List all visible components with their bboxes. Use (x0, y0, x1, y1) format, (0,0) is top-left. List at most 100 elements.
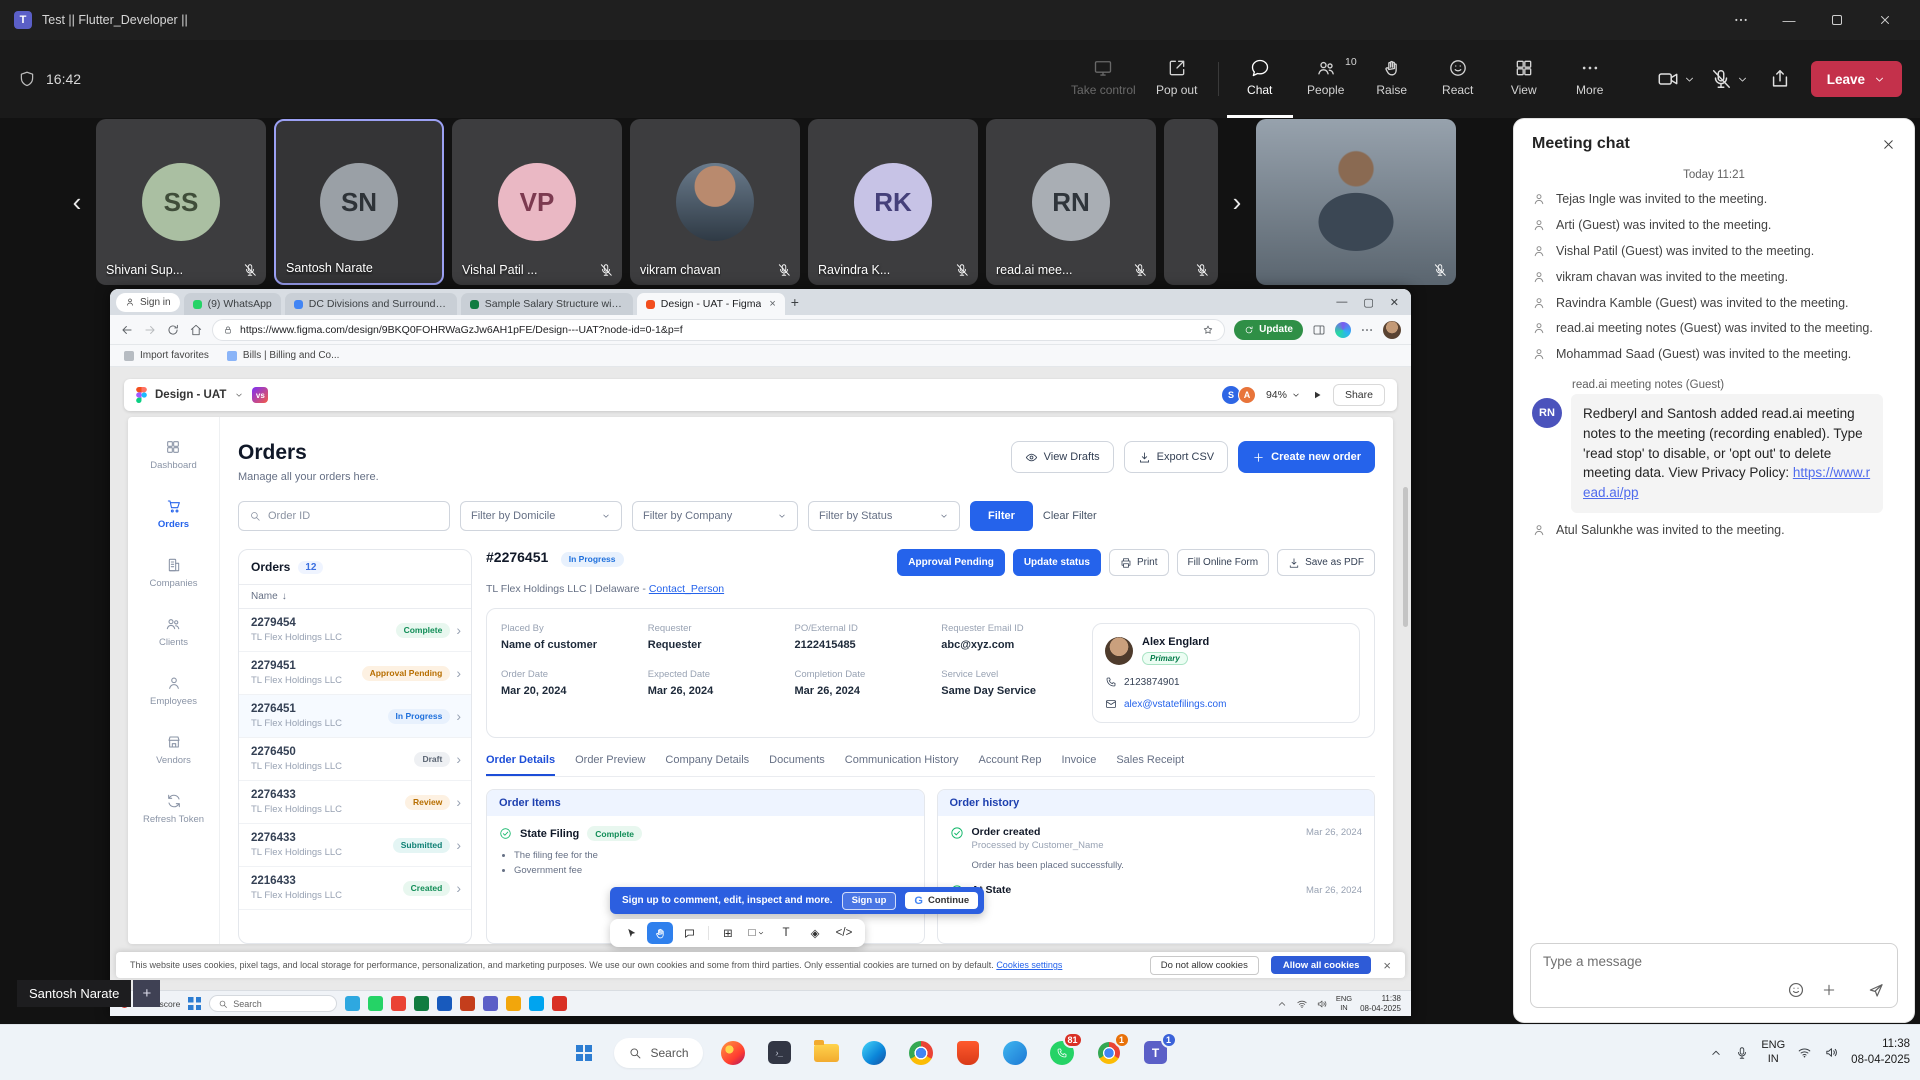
wifi-icon[interactable] (1296, 998, 1308, 1010)
pinned-app-icon[interactable] (391, 996, 406, 1011)
sidebar-item-employees[interactable]: Employees (150, 675, 197, 707)
browser-close-button[interactable]: ✕ (1390, 296, 1399, 309)
video-tile[interactable]: RK Ravindra K... (808, 119, 978, 285)
clock[interactable]: 11:38 08-04-2025 (1851, 1037, 1910, 1068)
order-row[interactable]: 2279451TL Flex Holdings LLC Approval Pen… (239, 652, 471, 695)
approval-pending-button[interactable]: Approval Pending (897, 549, 1005, 576)
pinned-app-icon[interactable] (414, 996, 429, 1011)
video-tile[interactable]: vikram chavan (630, 119, 800, 285)
move-tool-icon[interactable] (618, 922, 644, 944)
language-indicator[interactable]: ENG IN (1761, 1039, 1785, 1065)
whatsapp-icon[interactable]: 81 (1045, 1034, 1079, 1072)
people-button[interactable]: 10 People (1293, 40, 1359, 118)
browser-tab-active[interactable]: Design - UAT - Figma × (637, 293, 785, 315)
browser-maximize-button[interactable]: ▢ (1363, 296, 1373, 309)
zoom-control[interactable]: 94% (1266, 389, 1301, 401)
minimize-button[interactable]: — (1768, 0, 1810, 40)
filter-domicile-select[interactable]: Filter by Domicile (460, 501, 622, 531)
terminal-app-icon[interactable]: ›_ (763, 1034, 797, 1072)
order-row[interactable]: 2276450TL Flex Holdings LLC Draft› (239, 738, 471, 781)
browser-minimize-button[interactable]: — (1336, 296, 1347, 308)
blue-app-icon[interactable] (998, 1034, 1032, 1072)
contact-person-link[interactable]: Contact_Person (649, 583, 724, 595)
clock[interactable]: 11:38 08-04-2025 (1360, 994, 1401, 1013)
tab-company-details[interactable]: Company Details (665, 754, 749, 776)
create-new-order-button[interactable]: Create new order (1238, 441, 1375, 473)
browser-tab[interactable]: (9) WhatsApp (184, 293, 281, 315)
tray-mic-icon[interactable] (1735, 1046, 1749, 1060)
filmstrip-next-button[interactable]: › (1226, 184, 1248, 220)
hand-tool-icon[interactable] (647, 922, 673, 944)
volume-icon[interactable] (1824, 1045, 1839, 1060)
filter-apply-button[interactable]: Filter (970, 501, 1033, 531)
camera-button[interactable] (1657, 68, 1696, 90)
filmstrip-prev-button[interactable]: ‹ (66, 184, 88, 220)
scrollbar[interactable] (1403, 487, 1408, 627)
order-row[interactable]: 2276433TL Flex Holdings LLC Submitted› (239, 824, 471, 867)
allow-cookies-button[interactable]: Allow all cookies (1271, 956, 1372, 974)
forward-icon[interactable] (143, 323, 157, 337)
teams-icon[interactable]: T 1 (1139, 1034, 1173, 1072)
favorite-import[interactable]: Import favorites (124, 350, 209, 361)
pinned-app-icon[interactable] (460, 996, 475, 1011)
sidebar-item-orders[interactable]: Orders (158, 498, 189, 530)
cookie-close-icon[interactable]: × (1383, 958, 1391, 973)
fill-online-form-button[interactable]: Fill Online Form (1177, 549, 1270, 576)
save-as-pdf-button[interactable]: Save as PDF (1277, 549, 1375, 576)
send-icon[interactable] (1867, 981, 1885, 999)
figma-doc-title[interactable]: Design - UAT (155, 389, 226, 401)
print-button[interactable]: Print (1109, 549, 1169, 576)
pinned-app-icon[interactable] (529, 996, 544, 1011)
tab-order-details[interactable]: Order Details (486, 754, 555, 776)
chat-input[interactable] (1543, 954, 1885, 969)
volume-icon[interactable] (1316, 998, 1328, 1010)
view-drafts-button[interactable]: View Drafts (1011, 441, 1114, 473)
react-button[interactable]: React (1425, 40, 1491, 118)
maximize-button[interactable] (1816, 0, 1858, 40)
share-screen-button[interactable] (1769, 68, 1791, 90)
cookie-settings-link[interactable]: Cookies settings (996, 960, 1062, 970)
address-bar[interactable]: https://www.figma.com/design/9BKQ0FOHRWa… (212, 319, 1225, 341)
figma-share-button[interactable]: Share (1333, 384, 1385, 406)
filter-company-select[interactable]: Filter by Company (632, 501, 798, 531)
taskbar-search-small[interactable]: Search (209, 995, 337, 1012)
brave-icon[interactable] (951, 1034, 985, 1072)
taskbar-search[interactable]: Search (614, 1038, 702, 1068)
frame-tool-icon[interactable]: ⊞ (715, 922, 741, 944)
firefox-icon[interactable] (716, 1034, 750, 1072)
shape-tool-icon[interactable]: □ (744, 922, 770, 944)
video-tile-large[interactable] (1256, 119, 1456, 285)
pop-out-button[interactable]: Pop out (1144, 40, 1210, 118)
reload-icon[interactable] (166, 323, 180, 337)
back-icon[interactable] (120, 323, 134, 337)
pinned-app-icon[interactable] (345, 996, 360, 1011)
copilot-icon[interactable] (1335, 322, 1351, 338)
component-icon[interactable]: ◈ (802, 922, 828, 944)
google-continue-button[interactable]: G Continue (905, 892, 978, 909)
doc-chevron-icon[interactable] (234, 390, 244, 400)
tab-communication-history[interactable]: Communication History (845, 754, 959, 776)
sign-up-button[interactable]: Sign up (842, 892, 897, 910)
pinned-app-icon[interactable] (437, 996, 452, 1011)
pinned-app-icon[interactable] (483, 996, 498, 1011)
browser-update-button[interactable]: Update (1234, 320, 1303, 340)
name-column-header[interactable]: Name↓ (239, 584, 471, 609)
sidebar-item-vendors[interactable]: Vendors (156, 734, 191, 766)
tab-order-preview[interactable]: Order Preview (575, 754, 645, 776)
wifi-icon[interactable] (1797, 1045, 1812, 1060)
browser-tab[interactable]: DC Divisions and Surroundings (285, 293, 457, 315)
filter-status-select[interactable]: Filter by Status (808, 501, 960, 531)
tab-documents[interactable]: Documents (769, 754, 825, 776)
sidebar-item-refresh-token[interactable]: Refresh Token (143, 793, 204, 825)
start-button[interactable] (567, 1034, 601, 1072)
pinned-app-icon[interactable] (552, 996, 567, 1011)
file-explorer-icon[interactable] (810, 1034, 844, 1072)
order-row[interactable]: 2276433TL Flex Holdings LLC Review› (239, 781, 471, 824)
video-tile-partial[interactable] (1164, 119, 1218, 285)
pinned-app-icon[interactable] (506, 996, 521, 1011)
raise-hand-button[interactable]: Raise (1359, 40, 1425, 118)
text-tool-icon[interactable]: T (773, 922, 799, 944)
tab-account-rep[interactable]: Account Rep (979, 754, 1042, 776)
language-indicator[interactable]: ENG IN (1336, 995, 1352, 1012)
chat-compose-box[interactable] (1530, 943, 1898, 1008)
